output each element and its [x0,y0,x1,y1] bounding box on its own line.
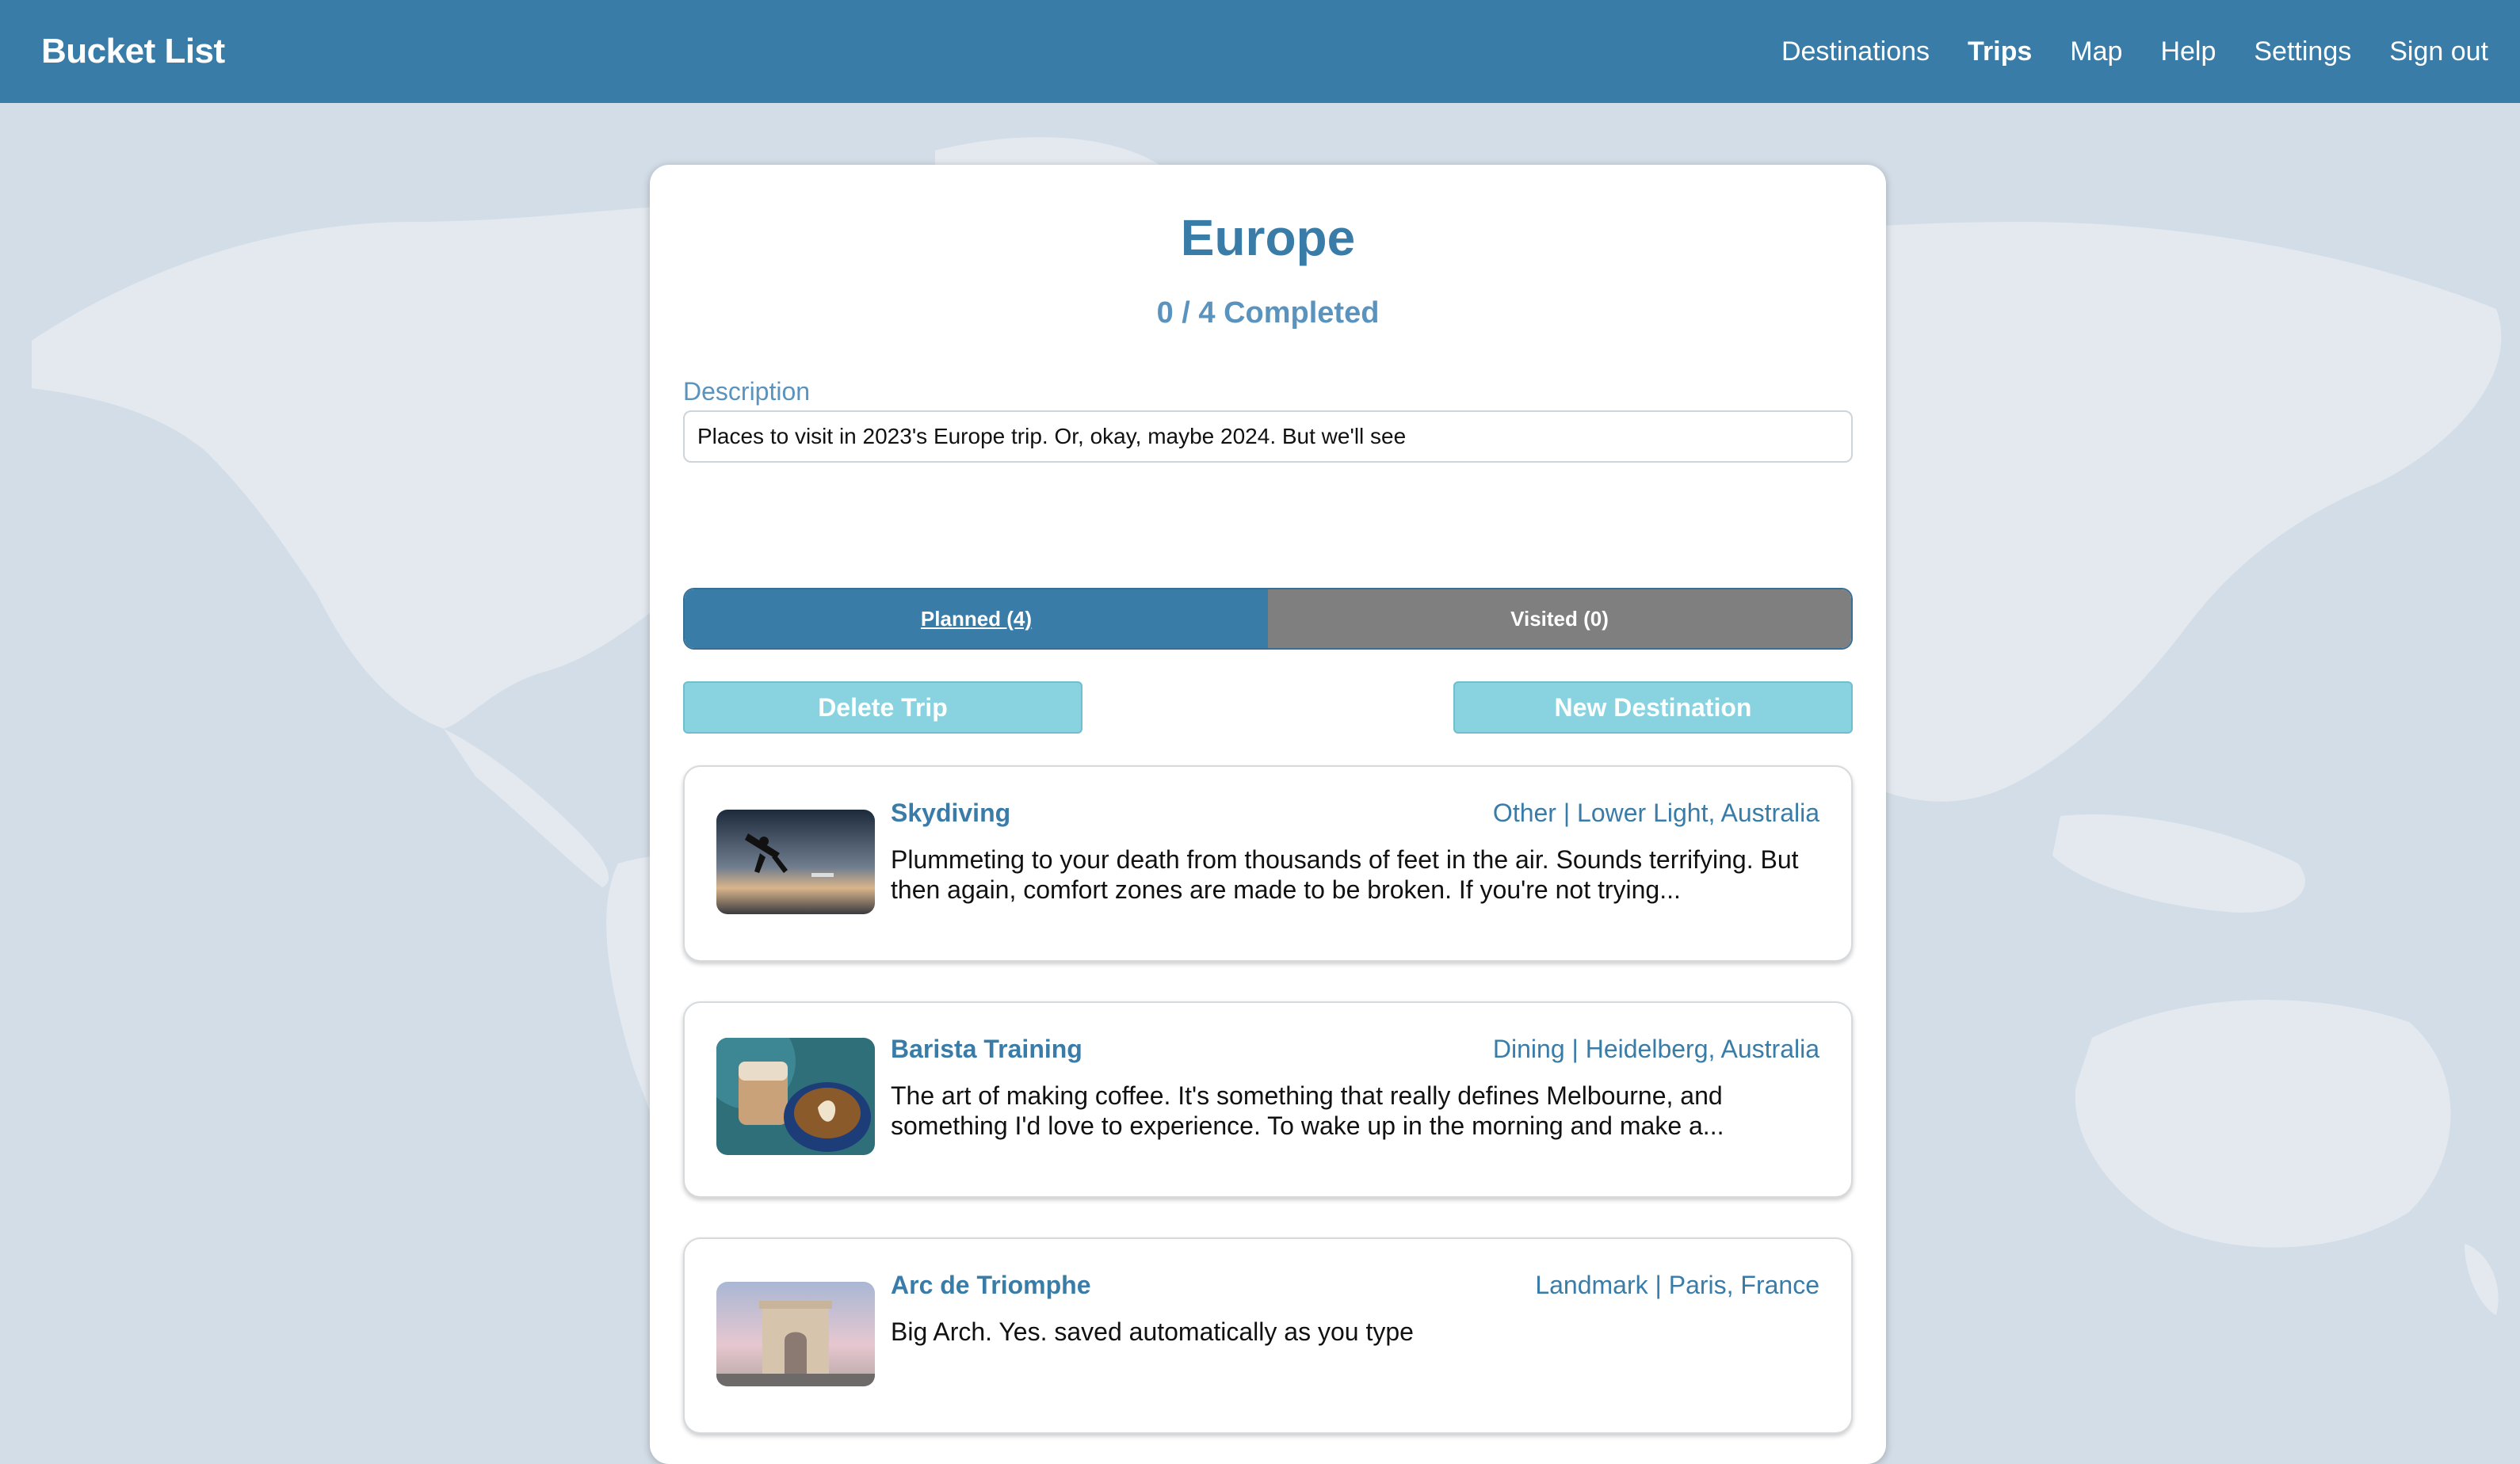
destination-card[interactable]: Skydiving Other | Lower Light, Australia… [683,765,1853,962]
description-label: Description [683,377,811,406]
tab-visited[interactable]: Visited (0) [1268,589,1851,648]
trip-actions: Delete Trip New Destination [683,681,1853,734]
nav-trips[interactable]: Trips [1968,36,2032,67]
main-nav: Destinations Trips Map Help Settings Sig… [1781,36,2488,67]
destination-name: Arc de Triomphe [891,1271,1091,1299]
nav-help[interactable]: Help [2160,36,2216,67]
trip-progress: 0 / 4 Completed [1156,296,1380,330]
destination-category-location: Other | Lower Light, Australia [1492,799,1819,827]
destination-description: Big Arch. Yes. saved automatically as yo… [891,1317,1414,1346]
arc-de-triomphe-thumbnail [716,1282,875,1386]
destination-description: Plummeting to your death from thousands … [891,845,1799,904]
destination-list: Skydiving Other | Lower Light, Australia… [683,765,1853,1434]
trip-title[interactable]: Europe [683,206,1853,269]
delete-trip-button[interactable]: Delete Trip [683,681,1082,734]
destination-description: The art of making coffee. It's something… [891,1081,1724,1140]
nav-destinations[interactable]: Destinations [1781,36,1930,67]
brand-logo[interactable]: Bucket List [41,32,225,71]
nav-map[interactable]: Map [2070,36,2122,67]
top-navbar: Bucket List Destinations Trips Map Help … [0,0,2520,103]
nav-settings[interactable]: Settings [2254,36,2351,67]
destination-card[interactable]: Arc de Triomphe Landmark | Paris, France… [683,1237,1853,1434]
barista-thumbnail [716,1038,875,1155]
destination-name: Barista Training [891,1035,1082,1063]
nav-sign-out[interactable]: Sign out [2389,36,2488,67]
destination-name: Skydiving [891,799,1011,827]
skydiving-thumbnail [716,810,875,914]
destination-card[interactable]: Barista Training Dining | Heidelberg, Au… [683,1001,1853,1198]
destination-category-location: Landmark | Paris, France [1535,1271,1819,1299]
tab-planned[interactable]: Planned (4) [685,589,1268,648]
new-destination-button[interactable]: New Destination [1453,681,1853,734]
destination-category-location: Dining | Heidelberg, Australia [1492,1035,1819,1063]
destination-tabs: Planned (4) Visited (0) [683,588,1853,650]
trip-detail-card: Europe 0 / 4 Completed Description Plann… [650,165,1886,1464]
description-input[interactable] [683,410,1853,463]
